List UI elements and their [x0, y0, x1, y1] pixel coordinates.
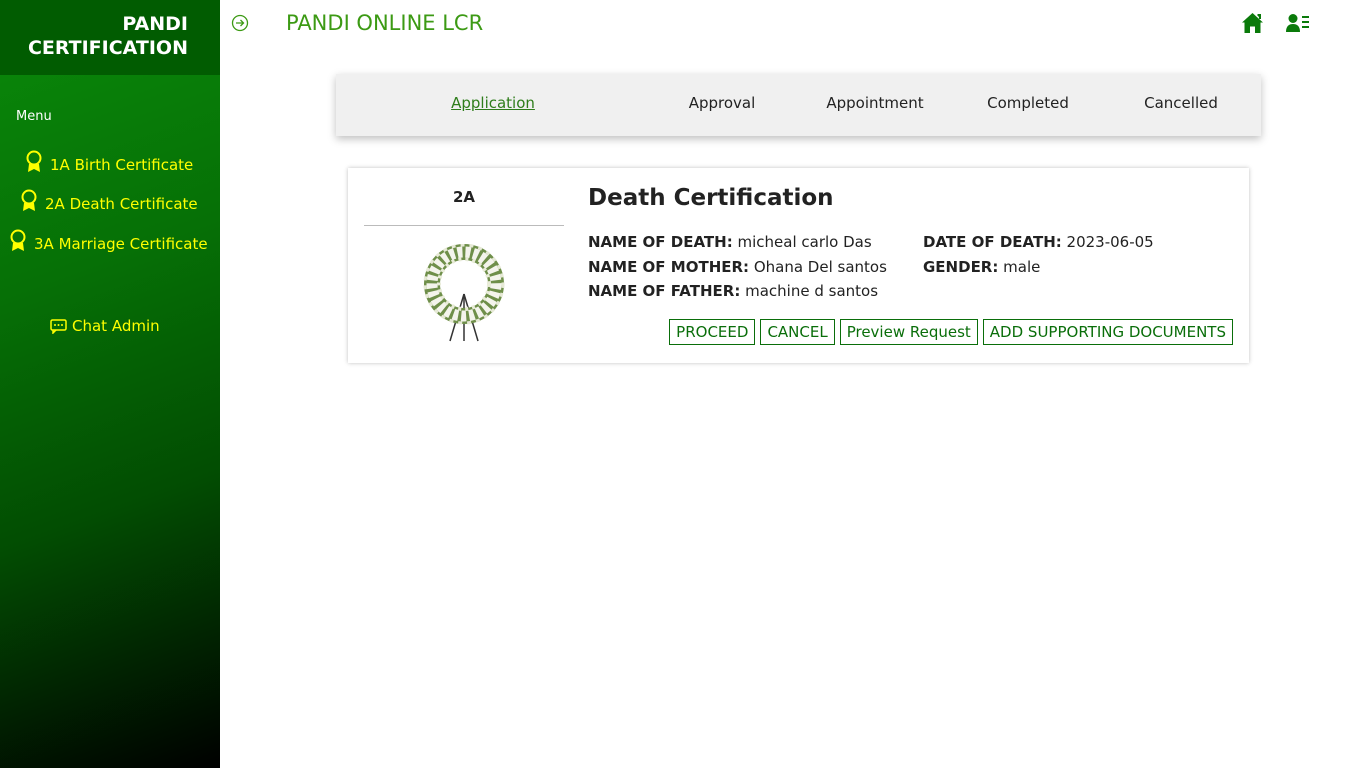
cancel-button[interactable]: CANCEL	[760, 319, 835, 345]
preview-request-button[interactable]: Preview Request	[839, 319, 978, 345]
tab-appointment[interactable]: Appointment	[826, 94, 923, 112]
field-label: NAME OF FATHER:	[588, 282, 741, 300]
card-code: 2A	[452, 188, 476, 206]
field-value: micheal carlo Das	[737, 233, 872, 251]
card-actions: PROCEED CANCEL Preview Request ADD SUPPO…	[669, 319, 1233, 345]
tab-completed[interactable]: Completed	[987, 94, 1069, 112]
award-icon	[21, 189, 37, 211]
brand: PANDI CERTIFICATION	[0, 0, 220, 75]
sidebar-item-label: 2A Death Certificate	[45, 195, 198, 213]
award-icon	[10, 229, 26, 251]
sidebar-item-birth-certificate[interactable]: 1A Birth Certificate	[24, 150, 193, 174]
brand-line1: PANDI	[122, 13, 188, 35]
brand-line2: CERTIFICATION	[27, 37, 188, 59]
chat-admin-link[interactable]: Chat Admin	[50, 317, 160, 335]
user-list-icon[interactable]	[1286, 13, 1310, 33]
app-title: PANDI ONLINE LCR	[286, 11, 484, 35]
field-value: Ohana Del santos	[753, 258, 887, 276]
field-name-of-death: NAME OF DEATH: micheal carlo Das	[588, 233, 872, 251]
arrow-right-circle-icon[interactable]	[231, 14, 249, 32]
field-label: DATE OF DEATH:	[923, 233, 1062, 251]
field-name-of-mother: NAME OF MOTHER: Ohana Del santos	[588, 258, 887, 276]
sidebar-item-marriage-certificate[interactable]: 3A Marriage Certificate	[8, 229, 208, 253]
application-card: 2A Death Certification NAME OF DEATH: mi…	[348, 168, 1249, 363]
tab-cancelled[interactable]: Cancelled	[1144, 94, 1218, 112]
tab-application[interactable]: Application	[451, 94, 535, 112]
sidebar-item-label: 3A Marriage Certificate	[34, 235, 208, 253]
chat-admin-label: Chat Admin	[72, 317, 160, 335]
field-value: machine d santos	[745, 282, 879, 300]
proceed-button[interactable]: PROCEED	[669, 319, 756, 345]
field-date-of-death: DATE OF DEATH: 2023-06-05	[923, 233, 1154, 251]
field-value: male	[1003, 258, 1041, 276]
add-supporting-documents-button[interactable]: ADD SUPPORTING DOCUMENTS	[982, 319, 1233, 345]
award-icon	[26, 150, 42, 172]
menu-title: Menu	[16, 109, 52, 124]
status-tabs: Application Approval Appointment Complet…	[336, 74, 1261, 136]
field-value: 2023-06-05	[1066, 233, 1154, 251]
field-gender: GENDER: male	[923, 258, 1040, 276]
field-label: NAME OF DEATH:	[588, 233, 733, 251]
chat-icon	[50, 318, 67, 334]
field-label: NAME OF MOTHER:	[588, 258, 750, 276]
field-label: GENDER:	[923, 258, 999, 276]
sidebar: PANDI CERTIFICATION Menu 1A Birth Certif…	[0, 0, 220, 768]
sidebar-item-label: 1A Birth Certificate	[50, 156, 194, 174]
home-icon[interactable]	[1241, 12, 1264, 34]
card-divider	[364, 225, 564, 226]
sidebar-item-death-certificate[interactable]: 2A Death Certificate	[19, 189, 198, 213]
tab-approval[interactable]: Approval	[689, 94, 756, 112]
funeral-wreath-image	[423, 244, 505, 342]
card-title: Death Certification	[588, 185, 834, 211]
field-name-of-father: NAME OF FATHER: machine d santos	[588, 282, 878, 300]
